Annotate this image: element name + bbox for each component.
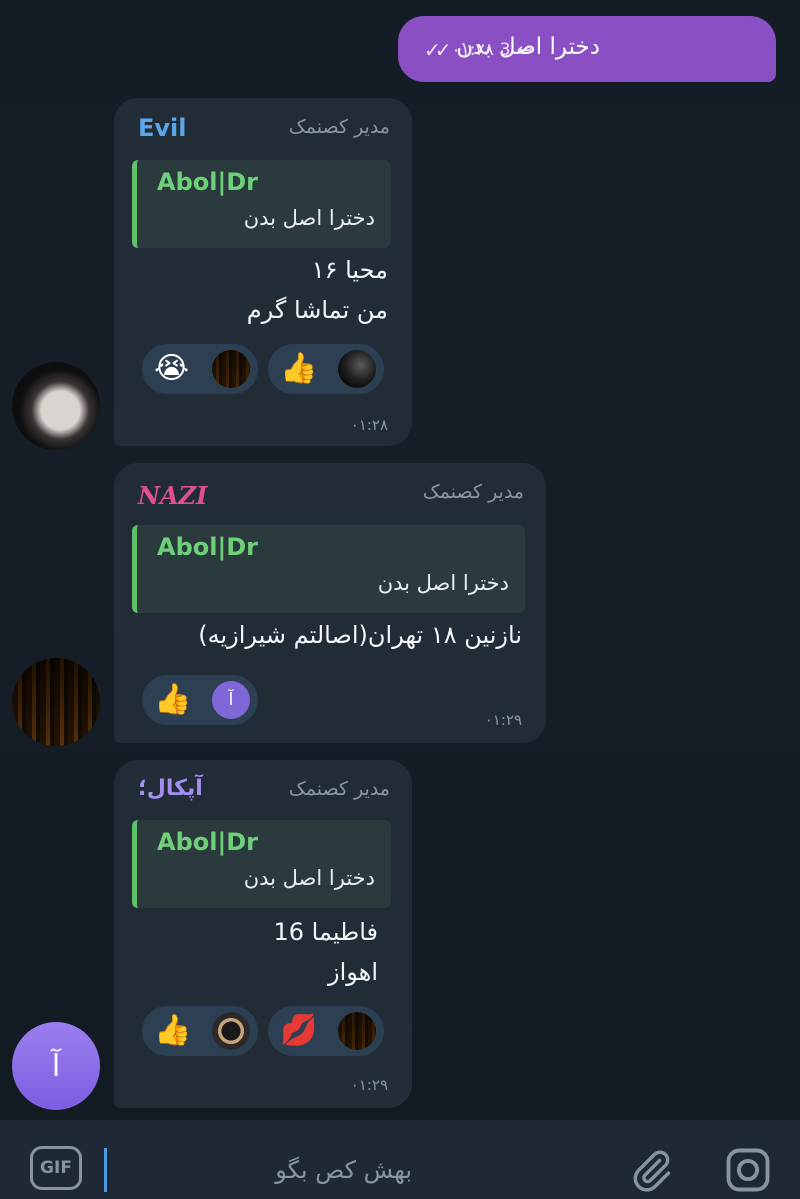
text-caret — [104, 1148, 107, 1192]
message-input[interactable] — [112, 1150, 412, 1190]
gif-button[interactable]: GIF — [30, 1146, 82, 1190]
forward-icon: ↩ — [516, 39, 533, 61]
sender-avatar[interactable]: آ — [12, 1022, 100, 1110]
reply-sender-name: Abol|Dr — [157, 533, 258, 561]
attach-icon[interactable] — [628, 1148, 674, 1194]
message-text-line: محیا ۱۶ — [311, 256, 388, 284]
outgoing-time: ۰۱:۲۸ — [451, 40, 494, 60]
message-time: ۰۱:۲۸ — [350, 416, 388, 434]
double-check-icon: ✓✓ — [424, 38, 451, 62]
reaction-chip[interactable]: 😭 — [142, 344, 258, 394]
camera-icon[interactable] — [722, 1144, 774, 1196]
reactor-avatar — [212, 350, 250, 388]
sender-role: مدیر کصنمک — [422, 481, 524, 503]
crying-emoji-icon: 😭 — [154, 351, 190, 386]
message-text-line: من تماشا گرم — [246, 296, 388, 324]
reply-text: دخترا اصل بدن — [243, 206, 375, 230]
sender-role: مدیر کصنمک — [288, 778, 390, 800]
incoming-message[interactable]: آپکال؛ مدیر کصنمک Abol|Dr دخترا اصل بدن … — [114, 760, 412, 1108]
reactor-avatar: آ — [212, 681, 250, 719]
incoming-message[interactable]: Evil مدیر کصنمک Abol|Dr دخترا اصل بدن مح… — [114, 98, 412, 446]
incoming-message[interactable]: NAZI مدیر کصنمک Abol|Dr دخترا اصل بدن نا… — [114, 463, 546, 743]
reply-preview[interactable]: Abol|Dr دخترا اصل بدن — [132, 525, 525, 613]
reply-preview[interactable]: Abol|Dr دخترا اصل بدن — [132, 160, 391, 248]
reply-preview[interactable]: Abol|Dr دخترا اصل بدن — [132, 820, 391, 908]
forward-count: 3 — [499, 40, 511, 60]
reply-text: دخترا اصل بدن — [243, 866, 375, 890]
sender-name[interactable]: آپکال؛ — [138, 776, 203, 801]
message-text-line: فاطیما 16 — [273, 918, 379, 946]
reaction-chip[interactable]: 👍 — [268, 344, 384, 394]
reply-sender-name: Abol|Dr — [157, 828, 258, 856]
outgoing-message-meta: ✓✓ ۰۱:۲۸ 3 ↩ — [420, 38, 533, 62]
outgoing-message[interactable]: دخترا اصل بدن ✓✓ ۰۱:۲۸ 3 ↩ — [398, 16, 776, 82]
reaction-chip[interactable]: 👍 آ — [142, 675, 258, 725]
sender-role: مدیر کصنمک — [288, 116, 390, 138]
reply-sender-name: Abol|Dr — [157, 168, 258, 196]
reactor-avatar — [212, 1012, 250, 1050]
reactor-avatar — [338, 350, 376, 388]
sender-name[interactable]: Evil — [138, 114, 187, 142]
reaction-chip[interactable]: 💋 — [268, 1006, 384, 1056]
reply-text: دخترا اصل بدن — [377, 571, 509, 595]
sender-avatar[interactable] — [12, 658, 100, 746]
message-time: ۰۱:۲۹ — [350, 1076, 388, 1094]
sender-name[interactable]: NAZI — [138, 481, 207, 510]
thumbs-up-emoji-icon: 👍 — [154, 682, 192, 717]
message-time: ۰۱:۲۹ — [484, 711, 522, 729]
sender-avatar[interactable] — [12, 362, 100, 450]
thumbs-up-emoji-icon: 👍 — [154, 1013, 192, 1048]
thumbs-up-emoji-icon: 👍 — [280, 351, 318, 386]
kiss-lips-emoji-icon: 💋 — [280, 1013, 318, 1048]
message-text-line: نازنین ۱۸ تهران(اصالتم شیرازیه) — [198, 621, 522, 649]
reactor-avatar — [338, 1012, 376, 1050]
reaction-chip[interactable]: 👍 — [142, 1006, 258, 1056]
message-text-line: اهواز — [328, 958, 378, 986]
